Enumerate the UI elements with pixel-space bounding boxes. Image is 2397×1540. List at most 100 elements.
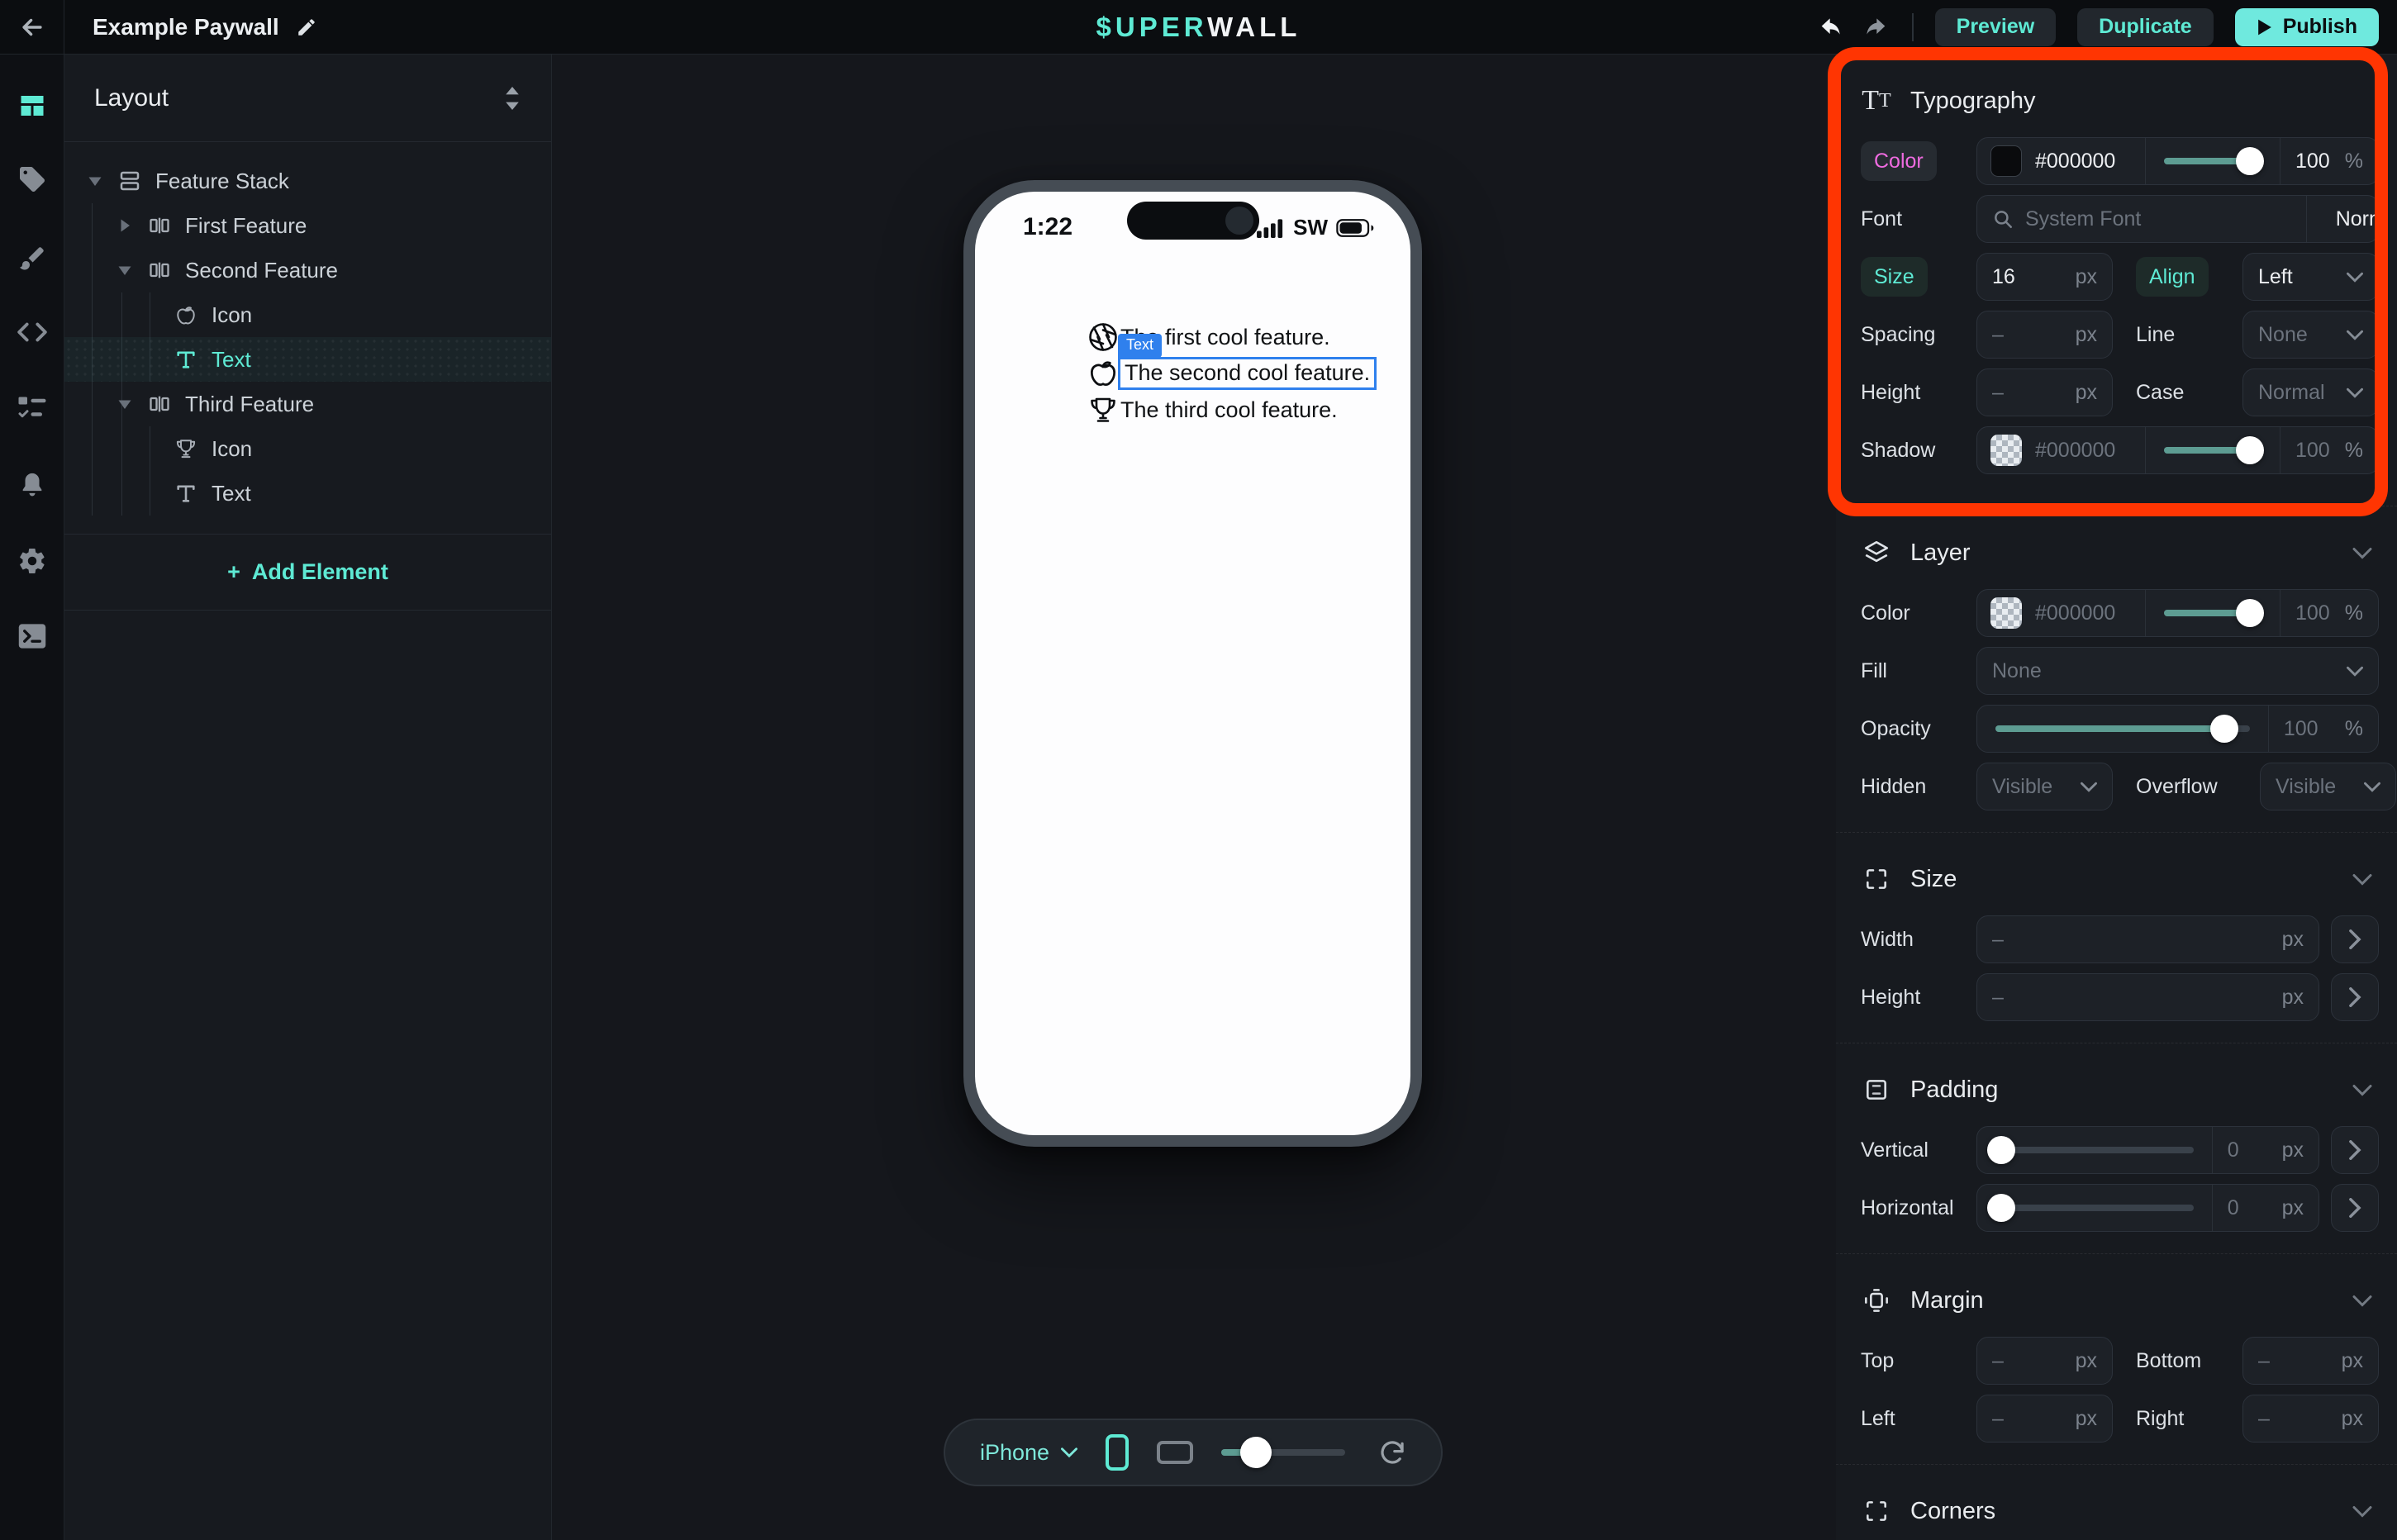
tree-item-icon-trophy[interactable]: Icon bbox=[64, 426, 551, 471]
width-input[interactable]: – px bbox=[1976, 915, 2319, 963]
shadow-opacity-slider[interactable] bbox=[2146, 427, 2280, 473]
vertical-padding-value[interactable]: 0 px bbox=[2213, 1127, 2319, 1173]
tree-item-icon-apple[interactable]: Icon bbox=[64, 292, 551, 337]
layout-icon[interactable] bbox=[0, 86, 64, 126]
publish-button[interactable]: Publish bbox=[2235, 8, 2379, 46]
caret-down-icon[interactable] bbox=[117, 397, 132, 411]
layer-color-swatch[interactable] bbox=[1990, 597, 2022, 629]
add-element-button[interactable]: + Add Element bbox=[64, 535, 551, 611]
notifications-icon[interactable] bbox=[0, 465, 64, 505]
portrait-orientation-button[interactable] bbox=[1106, 1434, 1129, 1471]
terminal-icon[interactable] bbox=[0, 616, 64, 656]
layer-hex-field[interactable]: #000000 bbox=[1977, 590, 2146, 636]
horizontal-padding-value[interactable]: 0 px bbox=[2213, 1185, 2319, 1231]
slider-thumb[interactable] bbox=[1987, 1194, 2015, 1222]
overflow-select[interactable]: Visible bbox=[2260, 763, 2396, 810]
back-button[interactable] bbox=[0, 0, 64, 54]
case-select[interactable]: Normal bbox=[2242, 368, 2379, 416]
layer-opacity-value[interactable]: 100 % bbox=[2280, 590, 2378, 636]
line-height-input[interactable]: – px bbox=[1976, 368, 2113, 416]
opacity-slider[interactable] bbox=[1977, 706, 2269, 752]
tree-item-first-feature[interactable]: First Feature bbox=[64, 203, 551, 248]
layer-header[interactable]: Layer bbox=[1861, 526, 2379, 579]
undo-icon[interactable] bbox=[1816, 14, 1843, 40]
color-opacity-slider[interactable] bbox=[2146, 138, 2280, 184]
edit-title-icon[interactable] bbox=[296, 17, 317, 38]
height-expand-button[interactable] bbox=[2331, 973, 2379, 1021]
feature-row[interactable]: The third cool feature. bbox=[1086, 392, 1377, 428]
chevron-down-icon[interactable] bbox=[2352, 1084, 2372, 1096]
sort-icon[interactable] bbox=[503, 87, 521, 110]
width-expand-button[interactable] bbox=[2331, 915, 2379, 963]
tree-item-text[interactable]: Text bbox=[64, 471, 551, 516]
horizontal-expand-button[interactable] bbox=[2331, 1184, 2379, 1232]
zoom-slider-thumb[interactable] bbox=[1240, 1437, 1272, 1468]
feature-text[interactable]: The third cool feature. bbox=[1120, 397, 1338, 423]
color-hex-field[interactable]: #000000 bbox=[1977, 138, 2146, 184]
redo-icon[interactable] bbox=[1864, 14, 1890, 40]
slider-thumb[interactable] bbox=[2236, 147, 2264, 175]
selected-text-element[interactable]: Text The second cool feature. bbox=[1118, 357, 1377, 390]
chevron-down-icon[interactable] bbox=[2352, 873, 2372, 886]
tree-item-text-selected[interactable]: Text bbox=[64, 337, 551, 382]
settings-icon[interactable] bbox=[0, 541, 64, 581]
shadow-swatch[interactable] bbox=[1990, 435, 2022, 466]
horizontal-padding-slider[interactable] bbox=[1977, 1185, 2213, 1231]
color-swatch[interactable] bbox=[1990, 145, 2022, 177]
shadow-opacity-value[interactable]: 100 % bbox=[2280, 427, 2378, 473]
tags-icon[interactable] bbox=[0, 159, 64, 199]
refresh-icon[interactable] bbox=[1378, 1438, 1406, 1466]
letter-spacing-input[interactable]: – px bbox=[1976, 311, 2113, 359]
caret-down-icon[interactable] bbox=[88, 173, 102, 188]
font-size-input[interactable]: 16 px bbox=[1976, 253, 2113, 301]
margin-right-input[interactable]: – px bbox=[2242, 1395, 2379, 1443]
feature-row-selected[interactable]: Text The second cool feature. bbox=[1086, 355, 1377, 392]
slider-thumb[interactable] bbox=[1987, 1136, 2015, 1164]
layer-opacity-slider[interactable] bbox=[2146, 590, 2280, 636]
shadow-hex-field[interactable]: #000000 bbox=[1977, 427, 2146, 473]
tree-item-second-feature[interactable]: Second Feature bbox=[64, 248, 551, 292]
fill-select[interactable]: None bbox=[1976, 647, 2379, 695]
chevron-down-icon[interactable] bbox=[2352, 1505, 2372, 1518]
checklist-icon[interactable] bbox=[0, 388, 64, 428]
typography-header[interactable]: TT Typography bbox=[1861, 74, 2379, 127]
device-selector[interactable]: iPhone bbox=[980, 1440, 1077, 1466]
paywall-screen[interactable]: 1:22 SW The first co bbox=[975, 192, 1410, 1135]
slider-thumb[interactable] bbox=[2210, 715, 2238, 743]
align-label-pill[interactable]: Align bbox=[2136, 257, 2237, 297]
tree-item-feature-stack[interactable]: Feature Stack bbox=[64, 159, 551, 203]
align-select[interactable]: Left bbox=[2242, 253, 2379, 301]
caret-down-icon[interactable] bbox=[117, 263, 132, 278]
vertical-expand-button[interactable] bbox=[2331, 1126, 2379, 1174]
font-search[interactable] bbox=[1977, 196, 2307, 242]
code-icon[interactable] bbox=[0, 312, 64, 352]
tree-item-third-feature[interactable]: Third Feature bbox=[64, 382, 551, 426]
duplicate-button[interactable]: Duplicate bbox=[2077, 8, 2214, 46]
chevron-down-icon[interactable] bbox=[2352, 1295, 2372, 1307]
margin-bottom-input[interactable]: – px bbox=[2242, 1337, 2379, 1385]
zoom-slider[interactable] bbox=[1221, 1449, 1345, 1456]
slider-thumb[interactable] bbox=[2236, 599, 2264, 627]
height-input[interactable]: – px bbox=[1976, 973, 2319, 1021]
font-search-input[interactable] bbox=[2025, 207, 2291, 231]
padding-header[interactable]: Padding bbox=[1861, 1063, 2379, 1116]
size-label-pill[interactable]: Size bbox=[1861, 257, 1976, 297]
design-icon[interactable] bbox=[0, 239, 64, 278]
caret-right-icon[interactable] bbox=[117, 218, 132, 233]
opacity-value[interactable]: 100 % bbox=[2269, 706, 2378, 752]
margin-header[interactable]: Margin bbox=[1861, 1274, 2379, 1327]
chevron-down-icon[interactable] bbox=[2352, 547, 2372, 559]
hidden-select[interactable]: Visible bbox=[1976, 763, 2113, 810]
corners-header[interactable]: Corners bbox=[1861, 1485, 2379, 1538]
color-label-pill[interactable]: Color bbox=[1861, 141, 1976, 181]
line-select[interactable]: None bbox=[2242, 311, 2379, 359]
margin-top-input[interactable]: – px bbox=[1976, 1337, 2113, 1385]
landscape-orientation-button[interactable] bbox=[1157, 1441, 1193, 1464]
slider-thumb[interactable] bbox=[2236, 436, 2264, 464]
canvas[interactable]: 1:22 SW The first co bbox=[553, 55, 1836, 1540]
color-opacity-value[interactable]: 100 % bbox=[2280, 138, 2378, 184]
size-header[interactable]: Size bbox=[1861, 853, 2379, 905]
preview-button[interactable]: Preview bbox=[1935, 8, 2057, 46]
margin-left-input[interactable]: – px bbox=[1976, 1395, 2113, 1443]
vertical-padding-slider[interactable] bbox=[1977, 1127, 2213, 1173]
